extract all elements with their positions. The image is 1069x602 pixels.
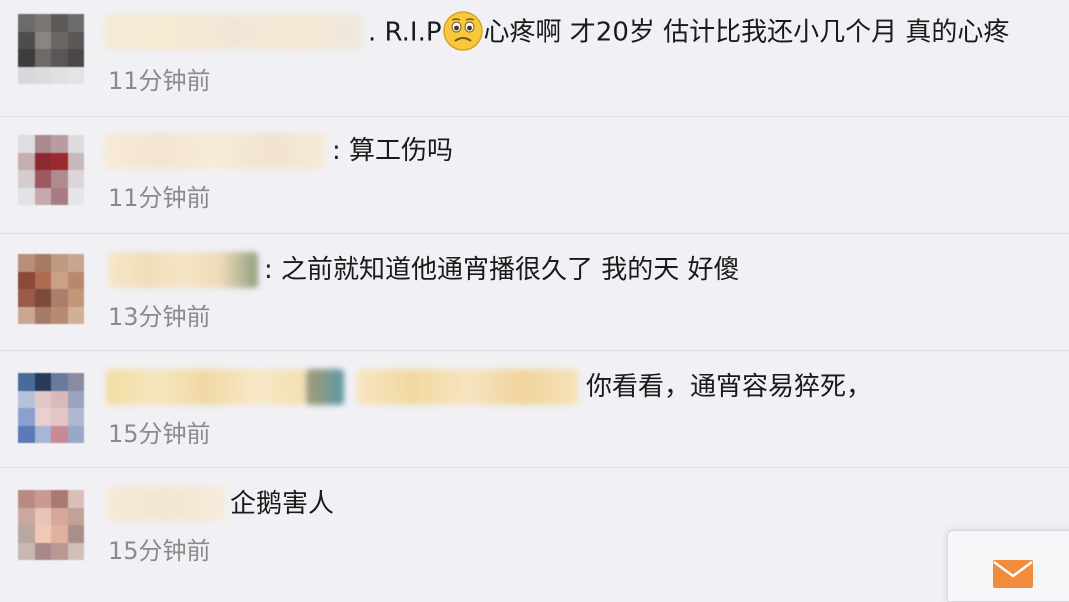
username-blurred[interactable] [106, 486, 226, 522]
comment-body: 心疼啊 才20岁 估计比我还小几个月 真的心疼 [483, 17, 1010, 48]
mail-icon [993, 560, 1033, 588]
mention-blurred[interactable] [356, 369, 578, 405]
username-blurred[interactable] [104, 14, 362, 50]
comment-body: : 算工伤吗 [332, 136, 454, 166]
comment-item: : 算工伤吗 11分钟前 [0, 117, 1069, 234]
avatar[interactable] [18, 490, 84, 560]
mention-blurred[interactable] [306, 369, 344, 405]
comment-time: 11分钟前 [108, 184, 211, 212]
comment-body: 你看看，通宵容易猝死， [586, 372, 873, 402]
username-blurred[interactable] [108, 252, 258, 288]
comment-item: : 之前就知道他通宵播很久了 我的天 好傻 13分钟前 [0, 234, 1069, 351]
comment-prefix: . R.I.P [368, 17, 442, 48]
comment-item: 你看看，通宵容易猝死， 15分钟前 [0, 351, 1069, 468]
avatar[interactable] [18, 254, 84, 324]
comment-body: : 之前就知道他通宵播很久了 我的天 好傻 [264, 255, 740, 285]
comment-time: 13分钟前 [108, 303, 211, 331]
comment-time: 11分钟前 [108, 67, 211, 95]
comment-time: 15分钟前 [108, 420, 211, 448]
sad-face-emoji-icon [442, 10, 484, 52]
comment-body: 企鹅害人 [230, 489, 335, 519]
comment-item: 企鹅害人 15分钟前 [0, 468, 1069, 585]
comment-time: 15分钟前 [108, 537, 211, 565]
comment-text: . R.I.P 心疼啊 才20岁 估计比我还小几个月 真的心疼 [368, 11, 1010, 52]
avatar[interactable] [18, 14, 84, 84]
avatar[interactable] [18, 135, 84, 205]
username-blurred[interactable] [104, 133, 326, 169]
username-blurred[interactable] [106, 369, 306, 405]
comment-item: . R.I.P 心疼啊 才20岁 估计比我还小几个月 真的心疼 11分钟前 [0, 0, 1069, 117]
message-button[interactable] [947, 530, 1069, 602]
avatar[interactable] [18, 373, 84, 443]
